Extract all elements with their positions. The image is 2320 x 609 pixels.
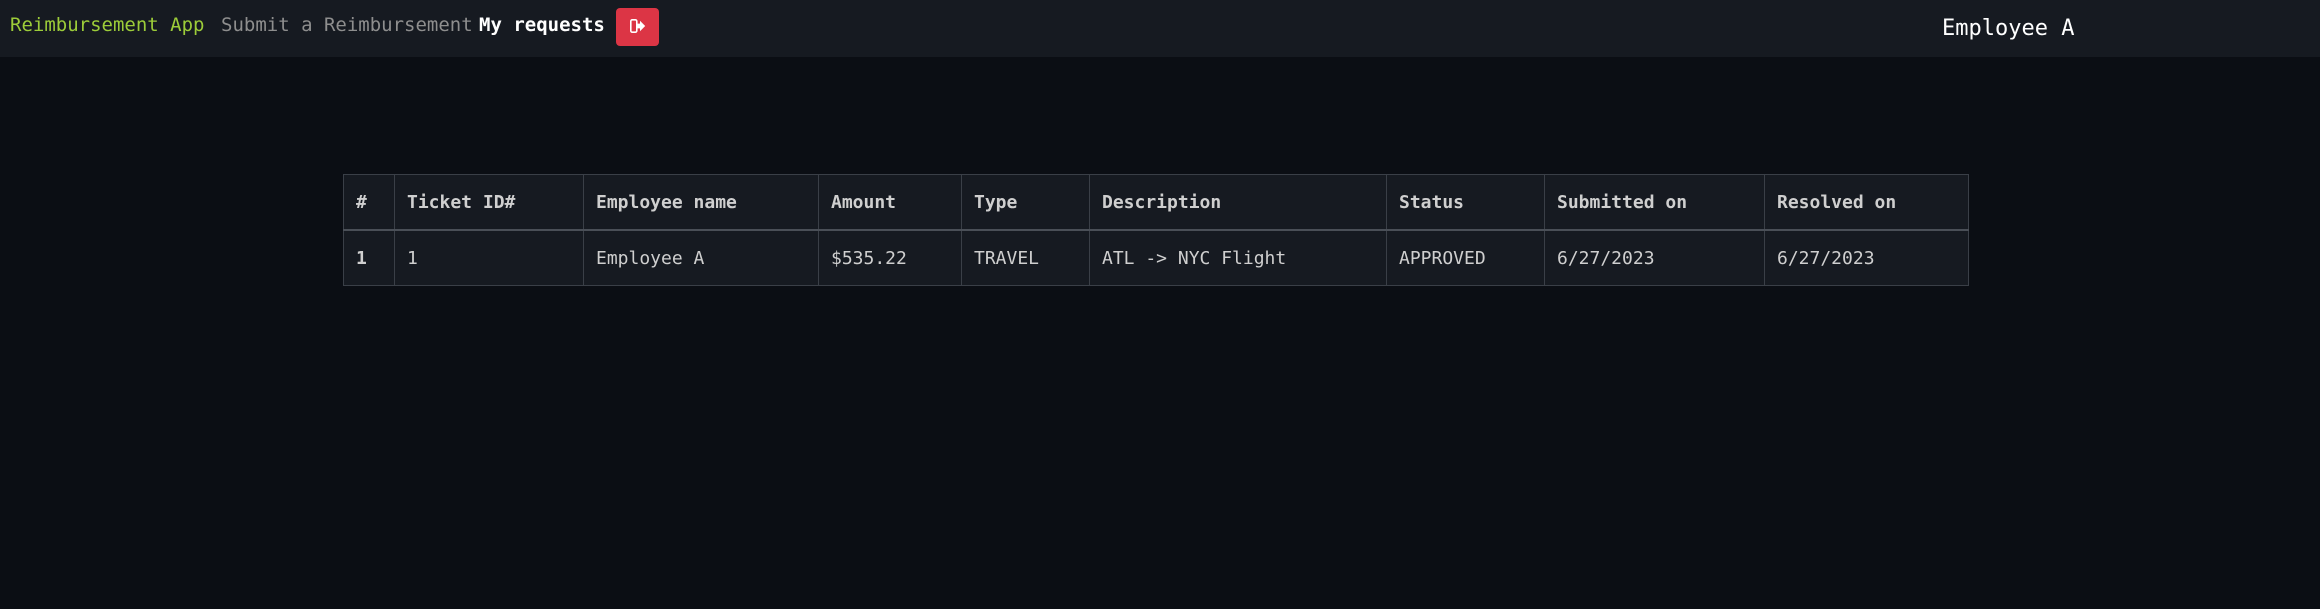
column-header-type: Type — [961, 174, 1090, 231]
table-header-row: # Ticket ID# Employee name Amount Type D… — [343, 174, 1969, 231]
sign-out-icon — [629, 18, 646, 36]
cell-employee-name: Employee A — [583, 229, 819, 286]
column-header-amount: Amount — [818, 174, 962, 231]
column-header-description: Description — [1089, 174, 1387, 231]
cell-description: ATL -> NYC Flight — [1089, 229, 1387, 286]
column-header-number: # — [343, 174, 395, 231]
current-user-name: Employee A — [1942, 16, 2075, 41]
cell-status: APPROVED — [1386, 229, 1545, 286]
column-header-employee-name: Employee name — [583, 174, 819, 231]
cell-type: TRAVEL — [961, 229, 1090, 286]
requests-table: # Ticket ID# Employee name Amount Type D… — [343, 174, 1969, 286]
logout-button[interactable] — [616, 8, 659, 46]
column-header-resolved-on: Resolved on — [1764, 174, 1969, 231]
cell-resolved-on: 6/27/2023 — [1764, 229, 1969, 286]
requests-table-container: # Ticket ID# Employee name Amount Type D… — [343, 174, 1969, 286]
cell-ticket-id: 1 — [394, 229, 584, 286]
column-header-submitted-on: Submitted on — [1544, 174, 1765, 231]
nav-my-requests[interactable]: My requests — [479, 14, 605, 36]
top-navbar: Reimbursement App Submit a Reimbursement… — [0, 0, 2320, 57]
nav-submit-reimbursement[interactable]: Submit a Reimbursement — [221, 14, 473, 36]
cell-amount: $535.22 — [818, 229, 962, 286]
column-header-status: Status — [1386, 174, 1545, 231]
column-header-ticket-id: Ticket ID# — [394, 174, 584, 231]
cell-number: 1 — [343, 229, 395, 286]
table-row: 1 1 Employee A $535.22 TRAVEL ATL -> NYC… — [343, 229, 1969, 286]
cell-submitted-on: 6/27/2023 — [1544, 229, 1765, 286]
brand-link[interactable]: Reimbursement App — [10, 14, 204, 36]
